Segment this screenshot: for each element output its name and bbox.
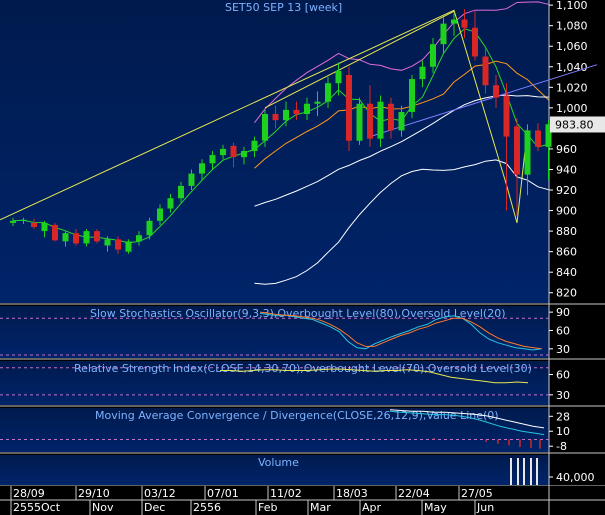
month-label: Nov — [92, 501, 114, 514]
candle-body — [419, 66, 426, 80]
rsi-tick-label: 30 — [556, 389, 570, 402]
candle-body — [325, 83, 331, 102]
candle-body — [41, 222, 48, 232]
macd-tick-label: -8 — [556, 440, 567, 453]
candle-body — [283, 109, 289, 121]
date-label: 03/12 — [144, 487, 176, 500]
price-tick-label: 1,020 — [556, 81, 588, 94]
candle-body — [94, 231, 100, 242]
candle-body — [272, 114, 279, 121]
price-tick-label: 1,000 — [556, 102, 588, 115]
price-tick-label: 900 — [556, 205, 577, 218]
volume-title: Volume — [258, 456, 299, 469]
date-label: 29/10 — [78, 487, 110, 500]
month-label: Jun — [476, 501, 494, 514]
date-label: 18/03 — [336, 487, 368, 500]
candle-body — [83, 231, 90, 244]
price-tick-label: 1,060 — [556, 40, 588, 53]
macd-tick-label: 10 — [556, 425, 570, 438]
candle-body — [157, 208, 163, 221]
date-label: 22/04 — [398, 487, 430, 500]
candle-body — [314, 101, 321, 104]
candle-body — [514, 126, 520, 175]
candle-body — [62, 233, 69, 242]
chart-window: 1,1001,0801,0601,0401,0201,0009809609409… — [0, 0, 605, 515]
date-label: 07/01 — [207, 487, 239, 500]
candle-body — [503, 95, 510, 137]
candle-body — [388, 103, 394, 131]
candle-body — [199, 163, 205, 174]
candle-body — [304, 103, 310, 115]
stock-chart: 1,1001,0801,0601,0401,0201,0009809609409… — [0, 0, 605, 515]
candle-body — [73, 233, 79, 244]
price-tick-label: 840 — [556, 266, 577, 279]
candle-body — [377, 101, 384, 139]
candle-body — [167, 198, 174, 209]
candle-body — [146, 220, 153, 236]
macd-tick-label: 28 — [556, 410, 570, 423]
month-label: 2555Oct — [13, 501, 61, 514]
candle-body — [472, 27, 478, 57]
price-tick-label: 920 — [556, 184, 577, 197]
candle-body — [230, 145, 237, 158]
candle-body — [493, 85, 499, 98]
stoch-tick-label: 90 — [556, 306, 570, 319]
candle-body — [115, 239, 121, 250]
candle-body — [461, 19, 468, 28]
date-label: 27/05 — [461, 487, 493, 500]
date-label: 28/09 — [13, 487, 45, 500]
candle-body — [451, 19, 457, 24]
candle-body — [367, 103, 373, 139]
stoch-tick-label: 60 — [556, 324, 570, 337]
macd-title: Moving Average Convergence / Divergence(… — [95, 409, 499, 422]
price-tick-label: 940 — [556, 163, 577, 176]
volume-tick-label: 40,000 — [556, 471, 595, 484]
month-label: Dec — [144, 501, 165, 514]
chart-title: SET50 SEP 13 [week] — [225, 1, 342, 14]
candle-body — [346, 74, 352, 141]
candle-body — [440, 23, 447, 45]
candle-body — [209, 155, 216, 164]
candle-body — [251, 140, 258, 151]
candle-body — [482, 56, 489, 86]
price-tick-label: 960 — [556, 143, 577, 156]
candle-body — [52, 224, 58, 241]
price-tick-label: 860 — [556, 246, 577, 259]
candle-body — [104, 239, 111, 246]
candle-body — [188, 173, 195, 186]
candle-body — [10, 220, 16, 223]
month-label: Mar — [310, 501, 331, 514]
month-label: Apr — [362, 501, 382, 514]
candle-body — [335, 70, 342, 84]
price-tick-label: 1,040 — [556, 61, 588, 74]
candle-body — [409, 79, 415, 112]
stoch-title: Slow Stochastics Oscillator(9,3,3),Overb… — [90, 307, 506, 320]
last-price-label: 983.80 — [555, 118, 594, 131]
rsi-tick-label: 60 — [556, 369, 570, 382]
date-label: 11/02 — [270, 487, 302, 500]
candle-body — [398, 111, 405, 131]
candle-body — [20, 219, 27, 221]
candle-body — [524, 130, 531, 175]
candle-body — [178, 185, 184, 199]
candle-body — [31, 222, 37, 227]
candle-body — [535, 130, 541, 147]
candle-body — [241, 150, 247, 158]
stoch-tick-label: 30 — [556, 343, 570, 356]
price-tick-label: 880 — [556, 225, 577, 238]
rsi-title: Relative Strength Index(CLOSE,14,30,70),… — [74, 362, 532, 375]
price-tick-label: 820 — [556, 287, 577, 300]
candle-body — [293, 109, 300, 115]
candle-body — [220, 148, 226, 156]
month-label: May — [424, 501, 447, 514]
candle-body — [125, 241, 132, 252]
candle-body — [356, 103, 363, 141]
price-tick-label: 1,100 — [556, 0, 588, 12]
candle-body — [136, 235, 142, 242]
month-label: Feb — [258, 501, 277, 514]
month-label: 2556 — [193, 501, 221, 514]
candle-body — [430, 44, 436, 67]
candle-body — [262, 114, 268, 141]
price-tick-label: 1,080 — [556, 20, 588, 33]
